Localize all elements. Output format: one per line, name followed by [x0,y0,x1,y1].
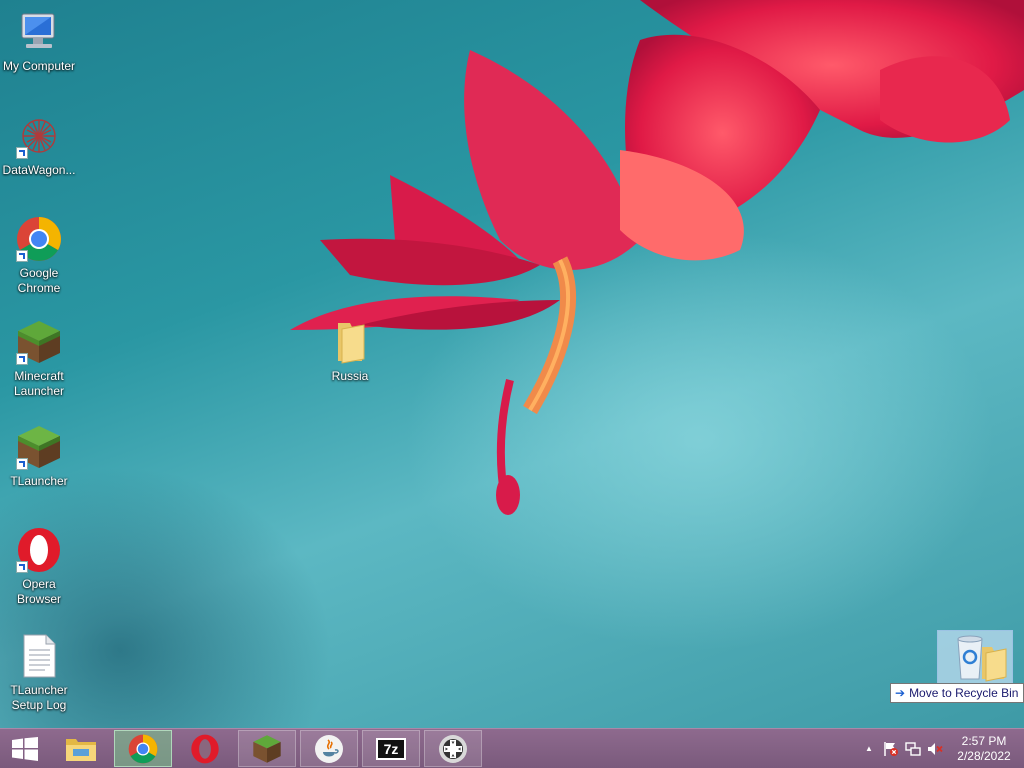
shortcut-arrow-icon [16,458,28,470]
taskbar: 7z ▲ 2:57 PM 2/28/2022 [0,728,1024,768]
chrome-icon [128,734,158,763]
desktop-icon-label: Google Chrome [17,266,61,295]
text-file-icon [15,632,63,680]
recycle-bin-icon [957,635,1007,682]
shortcut-arrow-icon [16,147,28,159]
taskbar-google-chrome[interactable] [114,730,172,767]
opera-icon [191,734,219,763]
show-hidden-icons-button[interactable]: ▲ [858,738,880,760]
network-icon[interactable] [902,738,924,760]
desktop-icon-tlauncher[interactable]: TLauncher [1,423,77,489]
drag-tooltip-text: Move to Recycle Bin [909,686,1019,700]
arrow-right-icon: ➔ [895,686,906,700]
volume-muted-icon[interactable] [924,738,946,760]
shortcut-arrow-icon [16,561,28,573]
drag-preview [937,630,1013,684]
desktop-icon-datawagon[interactable]: DataWagon... [1,112,77,178]
desktop-icon-opera-browser[interactable]: Opera Browser [1,526,77,607]
minecraft-icon [253,734,281,763]
taskbar-java[interactable] [300,730,358,767]
desktop-icon-russia-folder[interactable]: Russia [312,318,388,384]
desktop-icon-label: My Computer [2,59,76,73]
7zip-icon-text: 7z [383,740,399,757]
desktop-icon-label: Opera Browser [16,577,61,606]
desktop[interactable]: My Computer DataWagon... Google Chrome M… [0,0,1024,728]
desktop-icon-minecraft-launcher[interactable]: Minecraft Launcher [1,318,77,399]
clock-date: 2/28/2022 [957,748,1011,763]
taskbar-file-explorer[interactable] [52,730,110,767]
desktop-icon-label: Minecraft Launcher [13,369,65,398]
clock-time: 2:57 PM [961,733,1007,748]
desktop-icon-label: DataWagon... [2,163,76,177]
clock[interactable]: 2:57 PM 2/28/2022 [950,734,1018,764]
desktop-icon-tlauncher-setup-log[interactable]: TLauncher Setup Log [1,632,77,713]
system-tray: ▲ 2:57 PM 2/28/2022 [858,729,1024,768]
datawagon-icon [15,112,63,160]
file-explorer-icon [66,738,96,761]
taskbar-gamepad-app[interactable] [424,730,482,767]
taskbar-opera[interactable] [176,730,234,767]
desktop-icon-label: TLauncher Setup Log [10,683,68,712]
tlauncher-icon [15,423,63,471]
7zip-icon: 7z [376,737,406,760]
minecraft-icon [15,318,63,366]
folder-icon [326,318,374,366]
java-icon [315,734,343,763]
windows-logo-icon [12,736,38,761]
action-center-flag-icon[interactable] [880,738,902,760]
chevron-up-icon: ▲ [865,744,873,753]
taskbar-minecraft[interactable] [238,730,296,767]
start-button[interactable] [0,730,50,767]
wallpaper-flower [290,0,1024,515]
opera-icon [15,526,63,574]
desktop-icon-label: TLauncher [10,474,68,488]
desktop-icon-google-chrome[interactable]: Google Chrome [1,215,77,296]
shortcut-arrow-icon [16,250,28,262]
my-computer-icon [15,8,63,56]
drag-tooltip: ➔ Move to Recycle Bin [890,683,1024,703]
desktop-icon-label: Russia [331,369,369,383]
chrome-icon [15,215,63,263]
desktop-icon-my-computer[interactable]: My Computer [1,8,77,74]
gamepad-icon [439,734,467,763]
taskbar-7zip[interactable]: 7z [362,730,420,767]
shortcut-arrow-icon [16,353,28,365]
